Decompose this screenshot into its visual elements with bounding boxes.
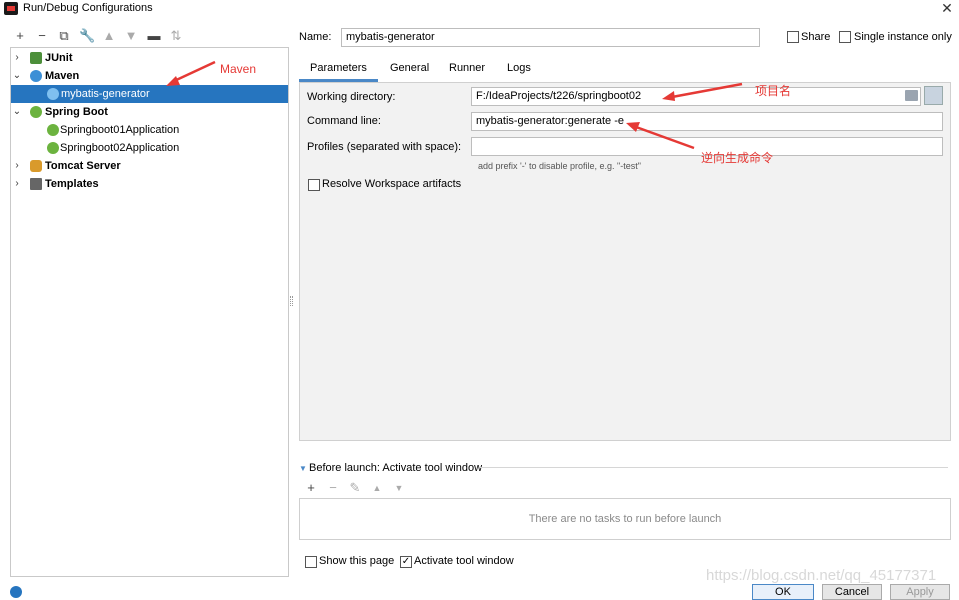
annotation-maven: Maven (220, 62, 257, 76)
annotation-arrow-reverse-command (635, 125, 695, 150)
annotation-reverse-command: 逆向生成命令 (701, 151, 774, 165)
annotation-arrowhead (662, 91, 675, 101)
annotation-arrowhead (166, 76, 180, 86)
annotation-arrowhead (626, 122, 640, 132)
annotation-project-name: 项目名 (755, 84, 792, 98)
annotation-arrow-maven (171, 60, 216, 84)
annotation-overlay (166, 60, 743, 150)
annotation-arrow-project-name (671, 82, 743, 99)
